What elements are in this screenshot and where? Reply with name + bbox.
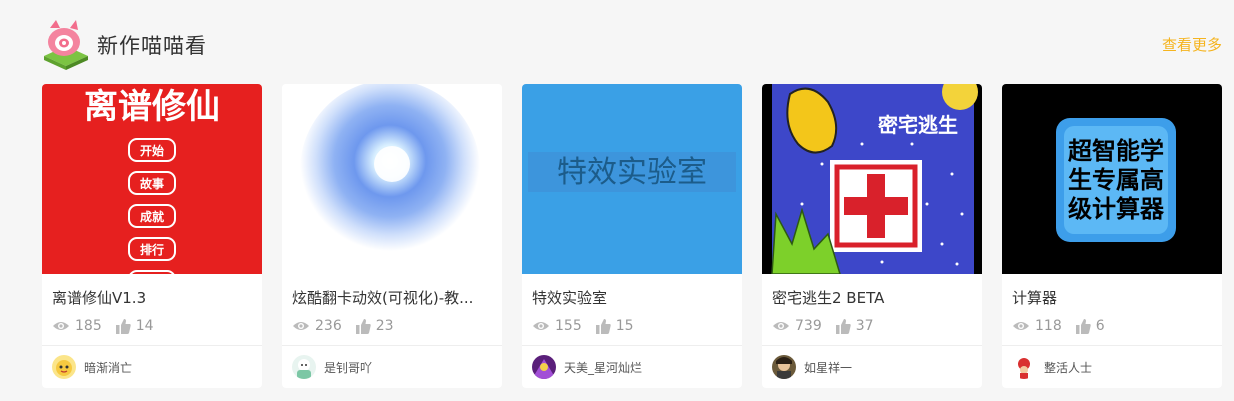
thumb-button-label: 开始: [140, 143, 164, 158]
thumb-heading-line: 级计算器: [1068, 195, 1165, 223]
like-count: 15: [615, 318, 634, 334]
project-thumbnail[interactable]: 密宅逃生: [762, 84, 982, 274]
cat-gift-icon: [40, 18, 92, 70]
thumbs-up-icon: [835, 318, 851, 334]
project-title[interactable]: 特效实验室: [532, 287, 732, 308]
view-more-link[interactable]: 查看更多: [1162, 34, 1222, 55]
card-divider: [42, 345, 262, 346]
project-thumbnail[interactable]: [282, 84, 502, 274]
project-card[interactable]: 特效实验室 特效实验室 155 15 天美_星河灿烂: [522, 84, 742, 388]
author-info[interactable]: 如星祥一: [772, 354, 852, 380]
thumbs-up-icon: [1075, 318, 1091, 334]
card-divider: [1002, 345, 1222, 346]
project-stats: 185 14: [52, 317, 168, 335]
card-divider: [282, 345, 502, 346]
like-count: 6: [1095, 318, 1105, 334]
avatar[interactable]: [52, 355, 76, 379]
author-name[interactable]: 整活人士: [1044, 359, 1092, 376]
card-divider: [522, 345, 742, 346]
thumb-button-label: 成就: [140, 209, 164, 224]
like-count: 14: [135, 318, 154, 334]
project-title[interactable]: 炫酷翻卡动效(可视化)-教...: [292, 287, 492, 308]
author-name[interactable]: 如星祥一: [804, 359, 852, 376]
project-card[interactable]: 离谱修仙 开始 故事 成就 排行 设置 离谱修仙V1.3 185: [42, 84, 262, 388]
thumbs-up-icon: [595, 318, 611, 334]
view-count: 236: [315, 318, 342, 334]
project-title[interactable]: 密宅逃生2 BETA: [772, 287, 972, 308]
project-thumbnail[interactable]: 特效实验室: [522, 84, 742, 274]
thumb-button-label: 故事: [140, 176, 164, 191]
thumb-heading-line: 生专属高: [1068, 166, 1164, 194]
view-count: 155: [555, 318, 582, 334]
author-name[interactable]: 是钊哥吖: [324, 359, 372, 376]
thumb-heading: 特效实验室: [557, 155, 707, 190]
section-title: 新作喵喵看: [97, 34, 207, 58]
project-title[interactable]: 离谱修仙V1.3: [52, 287, 252, 308]
avatar[interactable]: [532, 355, 556, 379]
view-count: 118: [1035, 318, 1062, 334]
avatar[interactable]: [1012, 355, 1036, 379]
author-info[interactable]: 天美_星河灿烂: [532, 354, 642, 380]
project-thumbnail[interactable]: 离谱修仙 开始 故事 成就 排行 设置: [42, 84, 262, 274]
like-count: 37: [855, 318, 874, 334]
thumb-heading-line: 超智能学: [1068, 137, 1164, 165]
like-count: 23: [375, 318, 394, 334]
project-thumbnail[interactable]: 超智能学 生专属高 级计算器: [1002, 84, 1222, 274]
section-header: 新作喵喵看 查看更多: [40, 18, 1224, 70]
thumbs-up-icon: [355, 318, 371, 334]
project-stats: 118 6: [1012, 317, 1119, 335]
project-card[interactable]: 超智能学 生专属高 级计算器 计算器 118 6 整活人士: [1002, 84, 1222, 388]
card-divider: [762, 345, 982, 346]
author-name[interactable]: 天美_星河灿烂: [564, 359, 642, 376]
avatar[interactable]: [772, 355, 796, 379]
project-card[interactable]: 密宅逃生 密宅逃生2 BETA 739 37 如星祥一: [762, 84, 982, 388]
thumb-button-label: 排行: [140, 242, 164, 257]
project-card[interactable]: 炫酷翻卡动效(可视化)-教... 236 23 是钊哥吖: [282, 84, 502, 388]
author-info[interactable]: 整活人士: [1012, 354, 1092, 380]
thumbs-up-icon: [115, 318, 131, 334]
thumb-heading: 离谱修仙: [84, 87, 220, 127]
thumb-heading: 密宅逃生: [878, 113, 958, 137]
eye-icon: [293, 322, 309, 330]
project-title[interactable]: 计算器: [1012, 287, 1212, 308]
avatar[interactable]: [292, 355, 316, 379]
eye-icon: [53, 322, 69, 330]
author-name[interactable]: 暗渐消亡: [84, 359, 132, 376]
project-stats: 155 15: [532, 317, 648, 335]
author-info[interactable]: 是钊哥吖: [292, 354, 372, 380]
project-stats: 236 23: [292, 317, 408, 335]
view-count: 739: [795, 318, 822, 334]
eye-icon: [1013, 322, 1029, 330]
eye-icon: [773, 322, 789, 330]
view-count: 185: [75, 318, 102, 334]
eye-icon: [533, 322, 549, 330]
author-info[interactable]: 暗渐消亡: [52, 354, 132, 380]
project-stats: 739 37: [772, 317, 888, 335]
